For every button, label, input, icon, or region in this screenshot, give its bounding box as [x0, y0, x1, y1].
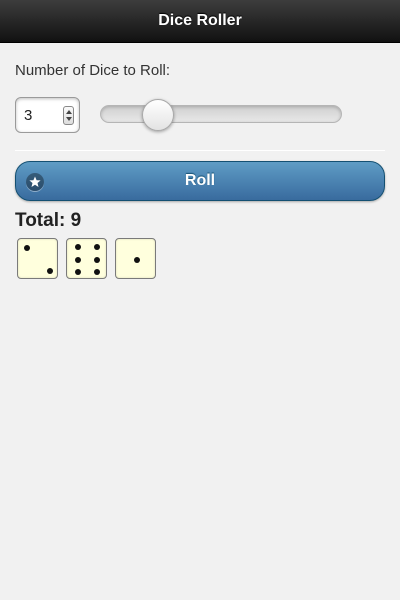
- page-title: Dice Roller: [158, 12, 242, 29]
- chevron-down-icon[interactable]: [66, 117, 72, 121]
- star-icon: [26, 173, 44, 191]
- die-pip: [24, 245, 30, 251]
- dice-count-label: Number of Dice to Roll:: [15, 62, 171, 79]
- roll-button-label[interactable]: Roll: [185, 172, 215, 189]
- die-pip: [47, 268, 53, 274]
- dice-count-stepper[interactable]: [63, 106, 74, 125]
- die-pip: [75, 244, 81, 250]
- chevron-up-icon[interactable]: [66, 110, 72, 114]
- dice-count-value[interactable]: 3: [24, 107, 32, 124]
- dice-count-input[interactable]: 3: [15, 97, 80, 133]
- die-pip: [94, 269, 100, 275]
- app-header: Dice Roller: [0, 0, 400, 43]
- die-pip: [75, 269, 81, 275]
- die-face: [17, 238, 58, 279]
- dice-count-slider[interactable]: [100, 105, 342, 123]
- divider: [15, 150, 385, 151]
- die-pip: [94, 244, 100, 250]
- roll-button[interactable]: Roll: [15, 161, 385, 201]
- total-text: Total: 9: [15, 210, 82, 231]
- die-face: [66, 238, 107, 279]
- slider-handle[interactable]: [142, 99, 174, 131]
- die-pip: [133, 256, 140, 263]
- die-pip: [94, 256, 100, 263]
- die-face: [115, 238, 156, 279]
- die-pip: [75, 256, 81, 263]
